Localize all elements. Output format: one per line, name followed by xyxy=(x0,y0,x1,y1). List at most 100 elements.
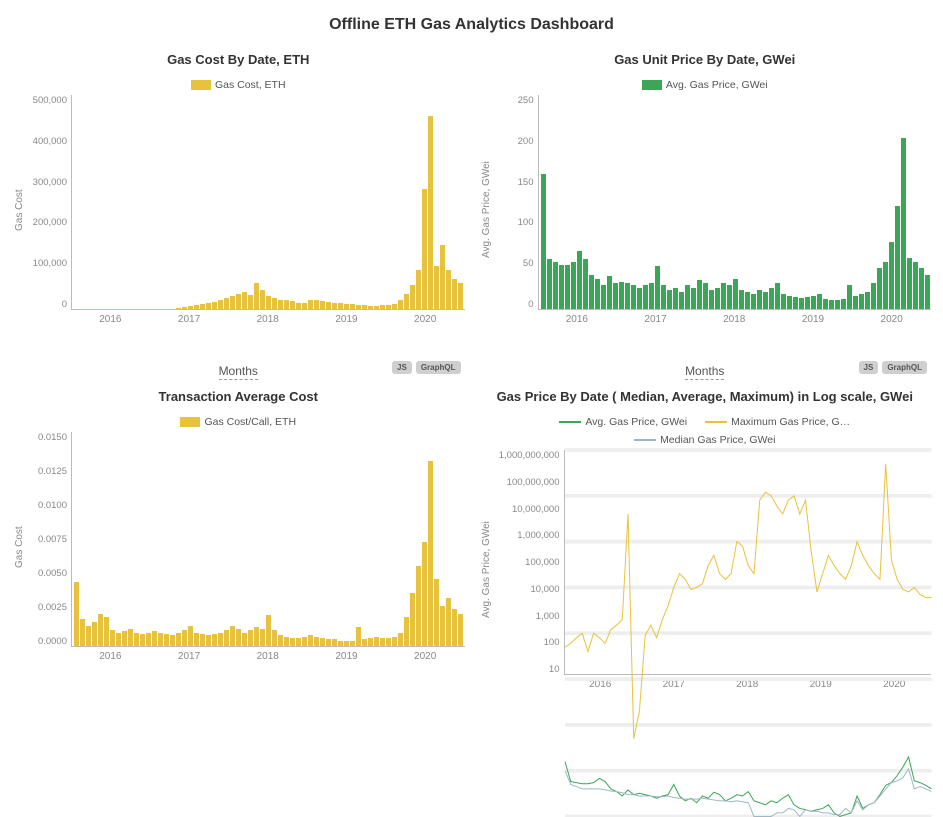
bar[interactable] xyxy=(170,635,175,646)
bar[interactable] xyxy=(631,285,636,309)
bar[interactable] xyxy=(422,189,427,309)
bar[interactable] xyxy=(589,275,594,309)
bar[interactable] xyxy=(428,461,433,646)
bar[interactable] xyxy=(805,297,810,309)
bar[interactable] xyxy=(290,301,295,309)
bar[interactable] xyxy=(769,288,774,309)
bar[interactable] xyxy=(847,285,852,309)
bar[interactable] xyxy=(356,627,361,646)
bar[interactable] xyxy=(230,626,235,646)
bar[interactable] xyxy=(176,633,181,646)
bar[interactable] xyxy=(547,259,552,309)
bar[interactable] xyxy=(320,638,325,646)
bar[interactable] xyxy=(907,258,912,309)
bar[interactable] xyxy=(571,262,576,309)
series-line[interactable] xyxy=(565,757,932,817)
bar[interactable] xyxy=(278,635,283,646)
bar[interactable] xyxy=(751,294,756,309)
bar[interactable] xyxy=(541,174,546,309)
bar[interactable] xyxy=(392,304,397,309)
bar[interactable] xyxy=(380,638,385,646)
bar[interactable] xyxy=(757,290,762,309)
bar[interactable] xyxy=(440,606,445,646)
bar[interactable] xyxy=(98,614,103,646)
bar[interactable] xyxy=(242,292,247,309)
bar[interactable] xyxy=(344,641,349,646)
bar[interactable] xyxy=(218,300,223,309)
bar[interactable] xyxy=(775,283,780,309)
bar[interactable] xyxy=(308,300,313,309)
bar[interactable] xyxy=(224,298,229,309)
plot-area[interactable] xyxy=(71,95,465,310)
bar[interactable] xyxy=(565,265,570,310)
bar[interactable] xyxy=(877,268,882,309)
bar[interactable] xyxy=(452,609,457,646)
bar[interactable] xyxy=(272,298,277,309)
bar[interactable] xyxy=(913,262,918,309)
bar[interactable] xyxy=(338,641,343,646)
bar[interactable] xyxy=(254,283,259,309)
bar[interactable] xyxy=(871,283,876,309)
bar[interactable] xyxy=(368,306,373,309)
bar[interactable] xyxy=(332,303,337,309)
series-line[interactable] xyxy=(565,464,932,739)
bar[interactable] xyxy=(781,294,786,309)
bar[interactable] xyxy=(835,300,840,309)
bar[interactable] xyxy=(134,633,139,646)
bar[interactable] xyxy=(679,292,684,309)
bar[interactable] xyxy=(673,288,678,309)
bar[interactable] xyxy=(296,638,301,646)
bar[interactable] xyxy=(404,617,409,646)
bar[interactable] xyxy=(230,296,235,309)
bar[interactable] xyxy=(302,303,307,309)
bar[interactable] xyxy=(86,626,91,646)
bar[interactable] xyxy=(278,300,283,309)
bar[interactable] xyxy=(314,637,319,646)
bar[interactable] xyxy=(452,279,457,309)
bar[interactable] xyxy=(901,138,906,309)
bar[interactable] xyxy=(212,302,217,309)
bar[interactable] xyxy=(260,629,265,646)
bar[interactable] xyxy=(853,296,858,309)
bar[interactable] xyxy=(380,305,385,309)
bar[interactable] xyxy=(368,638,373,646)
bar[interactable] xyxy=(919,268,924,309)
bar[interactable] xyxy=(338,303,343,309)
bar[interactable] xyxy=(553,262,558,309)
badge-js[interactable]: JS xyxy=(392,361,412,374)
bar[interactable] xyxy=(320,301,325,309)
bar[interactable] xyxy=(194,305,199,309)
legend-item[interactable]: Gas Cost/Call, ETH xyxy=(180,416,296,428)
bar[interactable] xyxy=(823,299,828,309)
bar[interactable] xyxy=(218,633,223,646)
bar[interactable] xyxy=(416,270,421,309)
bar[interactable] xyxy=(595,279,600,309)
bar[interactable] xyxy=(607,276,612,309)
bar[interactable] xyxy=(739,290,744,309)
bar[interactable] xyxy=(206,635,211,646)
bar[interactable] xyxy=(266,615,271,646)
bar[interactable] xyxy=(182,307,187,309)
bar[interactable] xyxy=(715,288,720,309)
bar[interactable] xyxy=(212,634,217,646)
bar[interactable] xyxy=(721,283,726,309)
bar[interactable] xyxy=(314,300,319,309)
bar[interactable] xyxy=(200,634,205,646)
bar[interactable] xyxy=(613,283,618,309)
bar[interactable] xyxy=(446,598,451,646)
bar[interactable] xyxy=(344,304,349,309)
bar[interactable] xyxy=(254,627,259,646)
bar[interactable] xyxy=(643,285,648,309)
bar[interactable] xyxy=(158,633,163,646)
time-granularity-toggle[interactable]: Months xyxy=(219,364,258,380)
bar[interactable] xyxy=(248,295,253,309)
bar[interactable] xyxy=(859,294,864,309)
time-granularity-toggle[interactable]: Months xyxy=(685,364,724,380)
bar[interactable] xyxy=(865,292,870,309)
bar[interactable] xyxy=(829,300,834,309)
bar[interactable] xyxy=(104,617,109,646)
bar[interactable] xyxy=(284,637,289,646)
bar[interactable] xyxy=(266,296,271,309)
bar[interactable] xyxy=(889,242,894,309)
badge-graphql[interactable]: GraphQL xyxy=(416,361,461,374)
